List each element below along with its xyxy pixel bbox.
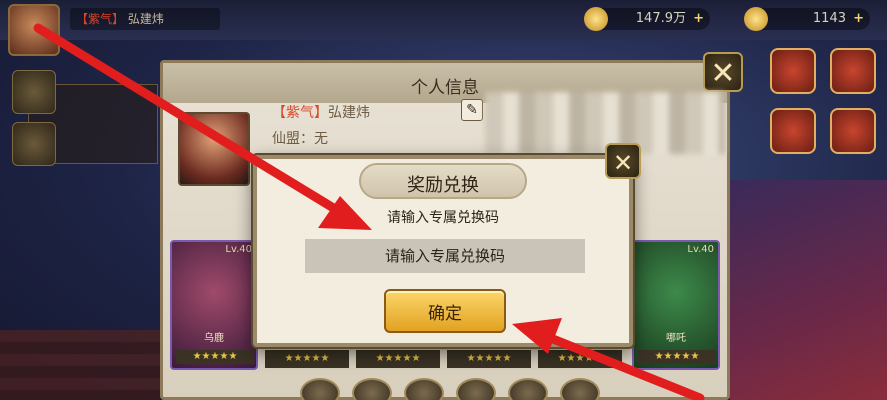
side-menu-icon[interactable] xyxy=(12,122,56,166)
add-currency-icon[interactable]: + xyxy=(693,8,704,30)
event-icon[interactable] xyxy=(770,108,816,154)
currency-counter-2: 1143 + xyxy=(744,7,870,31)
hero-stars: ★★★★★ xyxy=(638,350,716,364)
profile-name-text: 弘建炜 xyxy=(328,105,370,121)
event-icon[interactable] xyxy=(830,48,876,94)
event-icon[interactable] xyxy=(830,108,876,154)
add-currency-icon[interactable]: + xyxy=(853,8,864,30)
hero-level: Lv.40 xyxy=(687,244,714,255)
event-icon[interactable] xyxy=(770,48,816,94)
dialog-close-icon[interactable]: ✕ xyxy=(605,143,641,179)
hero-stars: ★★★★★ xyxy=(356,350,440,368)
currency-value-1: 147.9万 xyxy=(635,11,686,26)
bottom-tab-icon[interactable] xyxy=(456,378,496,400)
hero-stars: ★★★★★ xyxy=(447,350,531,368)
player-avatar[interactable] xyxy=(8,4,60,56)
dialog-prompt: 请输入专属兑换码 xyxy=(387,210,499,226)
hero-stars: ★★★★★ xyxy=(265,350,349,368)
hero-level: Lv.40 xyxy=(225,244,252,255)
hero-card[interactable]: Lv.40 乌鹿 ★★★★★ xyxy=(170,240,258,370)
bottom-tab-icon[interactable] xyxy=(560,378,600,400)
background-scenery xyxy=(730,180,887,400)
pencil-icon[interactable]: ✎ xyxy=(461,99,483,121)
coin-icon xyxy=(584,7,608,31)
dialog-title-plate: 奖励兑换 xyxy=(359,163,527,199)
bottom-tab-icon[interactable] xyxy=(508,378,548,400)
currency-counter-1: 147.9万 + xyxy=(584,7,710,31)
bottom-tab-icon[interactable] xyxy=(300,378,340,400)
background-decoration xyxy=(0,330,160,400)
dialog-title: 奖励兑换 xyxy=(407,175,479,196)
guild-value: 无 xyxy=(314,131,328,147)
hero-name: 乌鹿 xyxy=(204,333,224,344)
gem-icon xyxy=(744,7,768,31)
bottom-tab-icon[interactable] xyxy=(352,378,392,400)
hero-card[interactable]: Lv.40 哪吒 ★★★★★ xyxy=(632,240,720,370)
side-menu-icon[interactable] xyxy=(12,70,56,114)
player-tag: 【紫气】 xyxy=(76,12,125,26)
profile-avatar xyxy=(178,112,250,186)
bottom-tab-icon[interactable] xyxy=(404,378,444,400)
profile-guild: 仙盟：无 xyxy=(272,128,328,148)
panel-close-icon[interactable]: ✕ xyxy=(703,52,743,92)
guild-label: 仙盟： xyxy=(272,131,314,147)
hero-stars: ★★★★★ xyxy=(176,350,254,364)
profile-name: 【紫气】弘建炜 xyxy=(272,102,370,122)
hero-stars: ★★★★★ xyxy=(538,350,622,368)
player-name-box: 【紫气】 弘建炜 xyxy=(70,8,220,30)
redeem-dialog: 奖励兑换 请输入专属兑换码 确定 xyxy=(253,155,633,347)
redeem-code-input[interactable] xyxy=(305,239,585,273)
confirm-button[interactable]: 确定 xyxy=(384,289,506,333)
currency-value-2: 1143 xyxy=(812,11,846,26)
profile-name-tag: 【紫气】 xyxy=(272,105,328,121)
player-name: 弘建炜 xyxy=(127,12,164,26)
hero-name: 哪吒 xyxy=(666,333,686,344)
